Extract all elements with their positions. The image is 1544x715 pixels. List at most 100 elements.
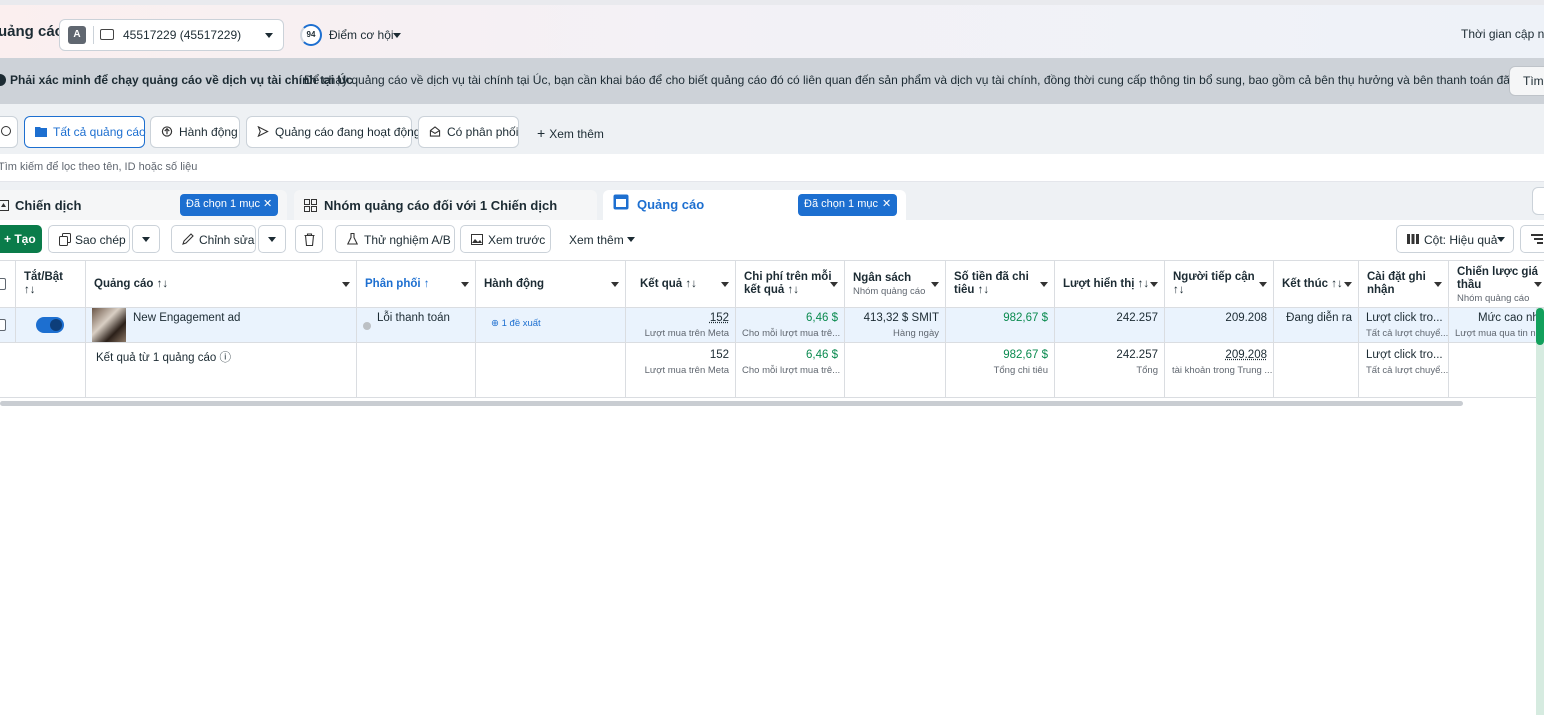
column-bid-strategy[interactable]: Chiến lược giá thầu Nhóm quảng cáo xyxy=(1449,261,1544,309)
selection-chip[interactable]: Đã chọn 1 mục ✕ xyxy=(798,194,897,216)
opportunity-score-label[interactable]: Điểm cơ hội xyxy=(329,28,394,42)
search-input[interactable]: Tìm kiếm để lọc theo tên, ID hoặc số liệ… xyxy=(0,161,197,173)
filter-active-ads[interactable]: Quảng cáo đang hoạt động xyxy=(246,116,412,148)
search-bar[interactable]: Tìm kiếm để lọc theo tên, ID hoặc số liệ… xyxy=(0,154,1544,182)
opportunity-score[interactable]: 94 xyxy=(300,24,322,46)
column-label: Chiến lược giá xyxy=(1457,266,1538,278)
chevron-down-icon[interactable] xyxy=(1534,282,1542,287)
filter-label: Quảng cáo đang hoạt động xyxy=(275,125,420,139)
edit-button[interactable]: Chỉnh sửa xyxy=(171,225,256,253)
column-delivery[interactable]: Phân phối ↑ xyxy=(357,261,476,309)
arrow-up-circle-icon: ⊕ xyxy=(491,318,502,329)
breakdown-button[interactable] xyxy=(1520,225,1544,253)
vertical-scrollbar-thumb[interactable] xyxy=(1536,308,1544,345)
select-all-column[interactable] xyxy=(0,261,16,309)
close-icon[interactable]: ✕ xyxy=(882,197,891,210)
summary-amount-spent: 982,67 $ xyxy=(1003,349,1048,361)
column-attribution[interactable]: Cài đặt ghi nhận xyxy=(1359,261,1449,309)
tab-campaigns[interactable]: Chiến dịch Đã chọn 1 mục ✕ xyxy=(0,190,287,220)
chevron-down-icon[interactable] xyxy=(1434,282,1442,287)
column-cost-per-result[interactable]: Chi phí trên mỗi kết quả ↑↓ xyxy=(736,261,845,309)
toolbar: + Tạo Sao chép Chỉnh sửa Thử nghiệm A/B … xyxy=(0,220,1544,260)
filter-delivering[interactable]: Có phân phối xyxy=(418,116,519,148)
column-ends[interactable]: Kết thúc ↑↓ xyxy=(1274,261,1359,309)
duplicate-dropdown[interactable] xyxy=(132,225,160,253)
chevron-down-icon[interactable] xyxy=(611,282,619,287)
horizontal-scrollbar[interactable] xyxy=(0,401,1463,406)
row-checkbox[interactable] xyxy=(0,319,6,331)
search-button[interactable] xyxy=(0,116,18,148)
chevron-down-icon[interactable] xyxy=(1040,282,1048,287)
duplicate-button[interactable]: Sao chép xyxy=(48,225,130,253)
edit-dropdown[interactable] xyxy=(258,225,286,253)
column-results[interactable]: Kết quả ↑↓ xyxy=(626,261,736,309)
column-label: Phân phối ↑ xyxy=(365,278,430,291)
column-toggle[interactable]: Tắt/Bật ↑↓ xyxy=(16,261,86,309)
column-label: Cài đặt ghi xyxy=(1367,271,1426,283)
column-reach[interactable]: Người tiếp cận ↑↓ xyxy=(1165,261,1274,309)
ad-name-link[interactable]: New Engagement ad xyxy=(133,312,240,324)
info-icon[interactable]: ⓘ xyxy=(219,352,231,364)
chevron-down-icon xyxy=(627,237,635,242)
budget-value: 413,32 $ SMIT xyxy=(864,312,939,324)
column-label: Người tiếp cận xyxy=(1173,271,1255,283)
summary-cost: 6,46 $ xyxy=(806,349,838,361)
filter-more[interactable]: + Xem thêm xyxy=(537,125,604,141)
filter-actions[interactable]: Hành động xyxy=(150,116,240,148)
close-icon[interactable]: ✕ xyxy=(263,197,272,210)
table-row[interactable]: New Engagement ad Lỗi thanh toán ⊕ 1 đề … xyxy=(0,308,1544,343)
ab-test-button[interactable]: Thử nghiệm A/B xyxy=(335,225,455,253)
chevron-down-icon[interactable] xyxy=(931,282,939,287)
chevron-down-icon[interactable] xyxy=(830,282,838,287)
chevron-down-icon[interactable] xyxy=(1150,282,1158,287)
more-actions-button[interactable]: Xem thêm xyxy=(560,225,640,253)
chevron-down-icon[interactable] xyxy=(721,282,729,287)
side-panel-button[interactable] xyxy=(1532,187,1544,215)
column-label: Quảng cáo ↑↓ xyxy=(94,278,168,291)
summary-results-sublabel: Lượt mua trên Meta xyxy=(645,365,729,376)
recommendation-link[interactable]: ⊕ 1 đề xuất xyxy=(491,318,541,329)
column-label: Lượt hiển thị ↑↓ xyxy=(1063,278,1149,291)
summary-impressions-sublabel: Tổng xyxy=(1136,365,1158,376)
notice-title: Phải xác minh để chạy quảng cáo về dịch … xyxy=(10,73,353,87)
select-all-checkbox[interactable] xyxy=(0,278,6,290)
column-sublabel: Nhóm quảng cáo xyxy=(1457,292,1538,305)
column-ad[interactable]: Quảng cáo ↑↓ xyxy=(86,261,357,309)
chevron-down-icon[interactable] xyxy=(342,282,350,287)
amount-spent-value: 982,67 $ xyxy=(1003,312,1048,324)
ad-toggle[interactable] xyxy=(36,317,64,333)
chevron-down-icon[interactable] xyxy=(393,33,401,38)
chevron-down-icon[interactable] xyxy=(1259,282,1267,287)
bid-strategy-value: Mức cao nhấ xyxy=(1478,312,1544,324)
tab-ads[interactable]: Quảng cáo Đã chọn 1 mục ✕ xyxy=(603,190,906,220)
summary-reach: 209.208 xyxy=(1225,349,1267,361)
column-actions[interactable]: Hành động xyxy=(476,261,626,309)
selection-chip[interactable]: Đã chọn 1 mục ✕ xyxy=(180,194,278,216)
column-amount-spent[interactable]: Số tiền đã chi tiêu ↑↓ xyxy=(946,261,1055,309)
ad-thumbnail xyxy=(92,308,126,342)
tab-adsets[interactable]: Nhóm quảng cáo đối với 1 Chiến dịch xyxy=(294,190,597,220)
column-label: tiêu ↑↓ xyxy=(954,284,989,296)
summary-text: Kết quả từ 1 quảng cáo xyxy=(96,352,216,364)
delete-button[interactable] xyxy=(295,225,323,253)
filter-label: Hành động xyxy=(179,125,238,139)
chevron-down-icon[interactable] xyxy=(461,282,469,287)
column-sublabel: Nhóm quảng cáo xyxy=(853,285,925,298)
chevron-down-icon xyxy=(1497,237,1505,242)
bid-strategy-sublabel: Lượt mua qua tin n... xyxy=(1455,328,1544,339)
notice-action-button[interactable]: Tìm xyxy=(1509,66,1544,96)
column-budget[interactable]: Ngân sách Nhóm quảng cáo xyxy=(845,261,946,309)
filter-all-ads[interactable]: Tất cả quảng cáo xyxy=(24,116,145,148)
preview-button[interactable]: Xem trước xyxy=(460,225,551,253)
table-header: Tắt/Bật ↑↓ Quảng cáo ↑↓ Phân phối ↑ Hành… xyxy=(0,260,1544,308)
create-label: Tạo xyxy=(14,232,35,246)
columns-button[interactable]: Cột: Hiệu quả xyxy=(1396,225,1514,253)
attribution-value: Lượt click tro... xyxy=(1366,312,1443,324)
create-button[interactable]: + Tạo xyxy=(0,225,42,253)
info-icon xyxy=(0,74,6,86)
edit-label: Chỉnh sửa xyxy=(199,233,254,247)
column-impressions[interactable]: Lượt hiển thị ↑↓ xyxy=(1055,261,1165,309)
account-selector[interactable]: A 45517229 (45517229) xyxy=(59,19,284,51)
vertical-scrollbar-track[interactable] xyxy=(1536,308,1544,715)
chevron-down-icon[interactable] xyxy=(1344,282,1352,287)
